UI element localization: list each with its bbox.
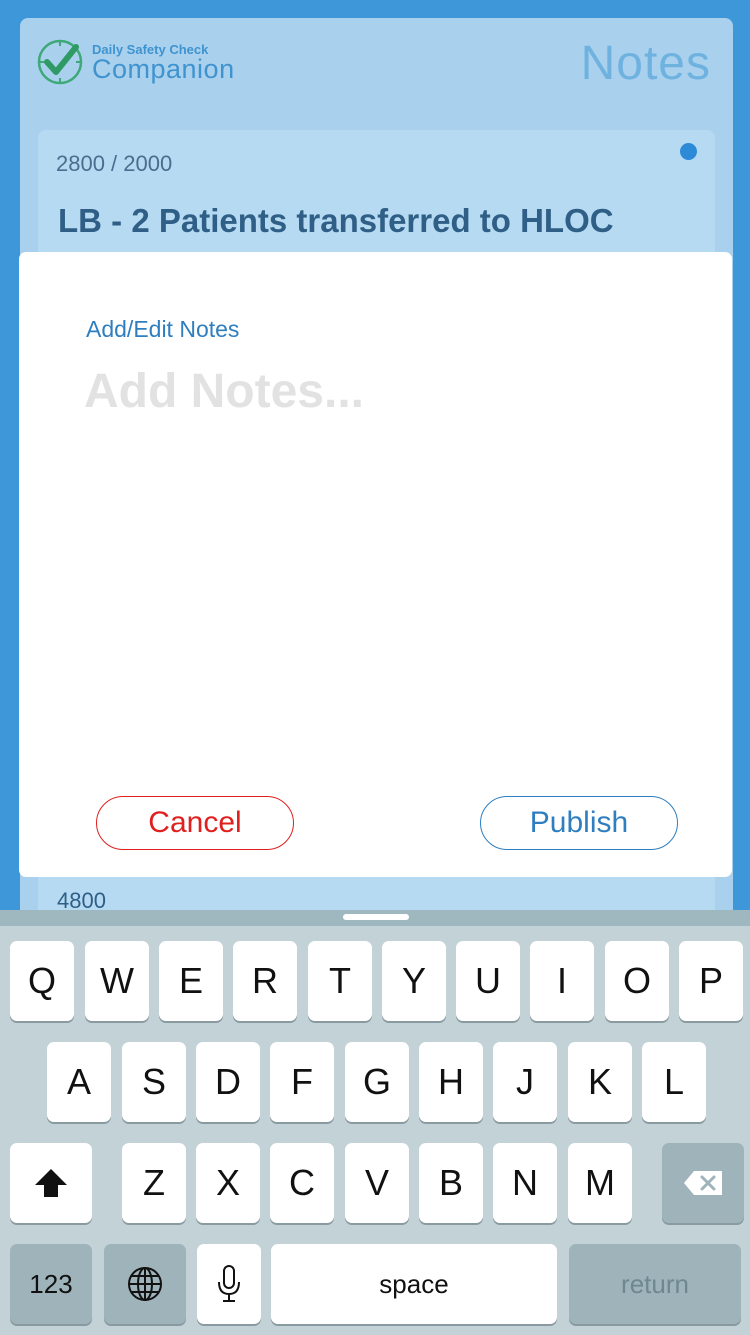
key-f[interactable]: F	[270, 1042, 334, 1122]
key-p[interactable]: P	[679, 941, 743, 1021]
key-i[interactable]: I	[530, 941, 594, 1021]
space-key[interactable]: space	[271, 1244, 557, 1324]
backspace-key[interactable]	[662, 1143, 744, 1223]
key-a[interactable]: A	[47, 1042, 111, 1122]
shift-key[interactable]	[10, 1143, 92, 1223]
shift-arrow-icon	[35, 1169, 67, 1197]
key-e[interactable]: E	[159, 941, 223, 1021]
notes-input[interactable]	[84, 364, 684, 764]
keyboard-top-bar	[0, 910, 750, 926]
key-l[interactable]: L	[642, 1042, 706, 1122]
page-title: Notes	[580, 37, 711, 90]
microphone-icon	[218, 1265, 240, 1302]
key-d[interactable]: D	[196, 1042, 260, 1122]
key-h[interactable]: H	[419, 1042, 483, 1122]
key-u[interactable]: U	[456, 941, 520, 1021]
note-count: 2800 / 2000	[56, 151, 173, 176]
cancel-button[interactable]: Cancel	[96, 796, 294, 850]
key-b[interactable]: B	[419, 1143, 483, 1223]
key-v[interactable]: V	[345, 1143, 409, 1223]
dictation-key[interactable]	[197, 1244, 261, 1324]
note-title: LB - 2 Patients transferred to HLOC	[58, 202, 614, 239]
dialog-label: Add/Edit Notes	[86, 316, 240, 342]
on-screen-keyboard: Q W E R T Y U I O P A S D F G H J K L Z …	[0, 910, 750, 1335]
key-x[interactable]: X	[196, 1143, 260, 1223]
key-n[interactable]: N	[493, 1143, 557, 1223]
keyboard-drag-handle[interactable]	[343, 914, 409, 920]
key-m[interactable]: M	[568, 1143, 632, 1223]
key-w[interactable]: W	[85, 941, 149, 1021]
return-key[interactable]: return	[569, 1244, 741, 1324]
key-z[interactable]: Z	[122, 1143, 186, 1223]
globe-icon	[128, 1267, 162, 1301]
brand-name: Companion	[92, 54, 235, 84]
unread-dot	[680, 143, 697, 160]
check-logo-icon	[37, 39, 83, 85]
key-t[interactable]: T	[308, 941, 372, 1021]
backspace-icon	[684, 1171, 722, 1195]
key-r[interactable]: R	[233, 941, 297, 1021]
edit-notes-dialog: Add/Edit Notes Cancel Publish	[19, 252, 732, 877]
key-c[interactable]: C	[270, 1143, 334, 1223]
key-j[interactable]: J	[493, 1042, 557, 1122]
key-s[interactable]: S	[122, 1042, 186, 1122]
numbers-key[interactable]: 123	[10, 1244, 92, 1324]
publish-button[interactable]: Publish	[480, 796, 678, 850]
key-y[interactable]: Y	[382, 941, 446, 1021]
key-q[interactable]: Q	[10, 941, 74, 1021]
key-o[interactable]: O	[605, 941, 669, 1021]
key-g[interactable]: G	[345, 1042, 409, 1122]
globe-key[interactable]	[104, 1244, 186, 1324]
key-k[interactable]: K	[568, 1042, 632, 1122]
app-header: Daily Safety Check Companion Notes	[20, 18, 733, 108]
